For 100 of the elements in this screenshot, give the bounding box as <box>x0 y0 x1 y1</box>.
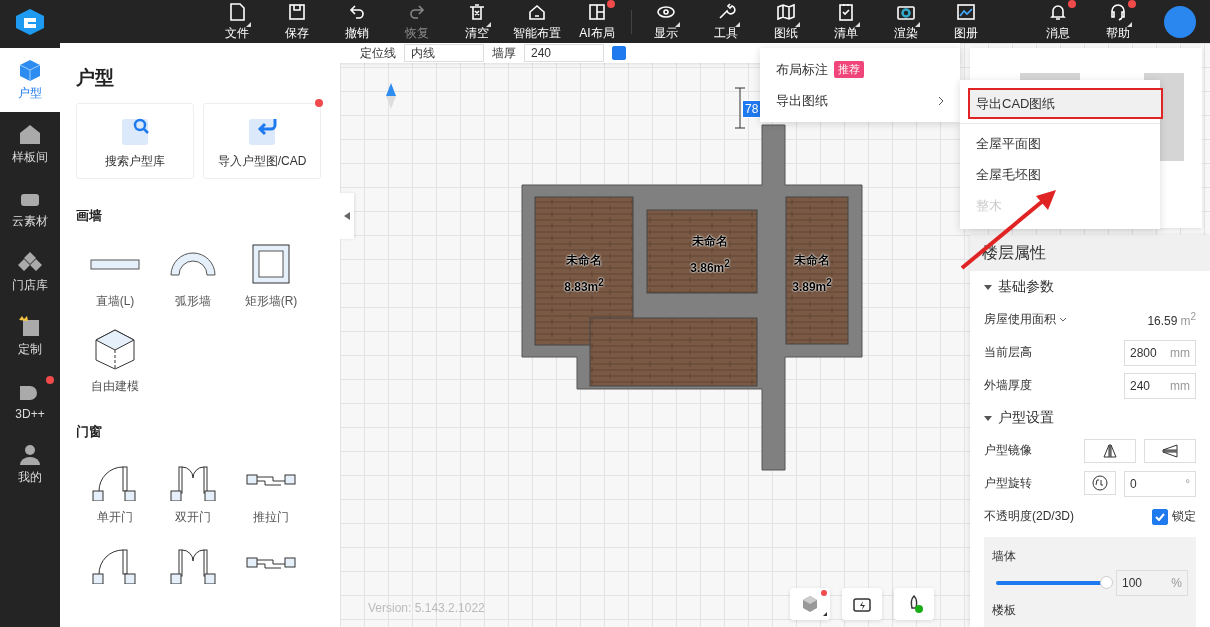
slider-thumb[interactable] <box>1100 576 1113 589</box>
number-field[interactable]: 240 mm <box>1124 372 1196 399</box>
caret-icon <box>344 212 350 220</box>
room-area: 3.89m$^{2}$ <box>792 277 832 294</box>
select-field[interactable]: 240 <box>524 44 604 62</box>
canvas-tool-button[interactable] <box>790 588 830 620</box>
mirror-button[interactable] <box>1084 438 1136 463</box>
compass-icon <box>386 83 396 109</box>
room-name: 未命名 <box>566 252 602 269</box>
dimension-value[interactable]: 78 <box>742 100 762 118</box>
section-title: 画墙 <box>76 207 103 225</box>
mirror-button[interactable] <box>1144 438 1196 463</box>
tool-item[interactable]: 直墙(L) <box>76 243 154 310</box>
field-label: 户型镜像 <box>984 442 1032 459</box>
panel-title: 户型 <box>76 66 115 90</box>
avatar[interactable] <box>1164 5 1196 38</box>
rotate-icon <box>1091 473 1109 492</box>
toolbar-button[interactable]: 显示 <box>636 0 696 43</box>
toolbar-button[interactable]: 保存 <box>267 0 327 43</box>
rail-tab[interactable]: 门店库 <box>0 240 60 304</box>
notification-dot <box>315 99 323 107</box>
notification-dot <box>1128 0 1136 8</box>
rotate-button[interactable] <box>1084 470 1116 495</box>
chart-icon <box>956 1 976 22</box>
chevron-down-icon <box>1059 317 1068 323</box>
notification-dot <box>821 590 827 596</box>
field-label: 不透明度(2D/3D) <box>984 508 1074 525</box>
checkmark-icon <box>1155 512 1165 521</box>
tool-item[interactable]: 推拉门 <box>232 459 310 526</box>
tool-item[interactable]: 弧形墙 <box>154 243 232 310</box>
tool-item[interactable]: 自由建模 <box>76 328 154 395</box>
sliding-door-icon <box>246 474 296 486</box>
expand-triangle-icon[interactable] <box>984 284 992 290</box>
notification-dot <box>46 376 54 384</box>
section-title: 门窗 <box>76 423 103 441</box>
field-label: 外墙厚度 <box>984 377 1032 394</box>
slider[interactable] <box>996 576 1112 590</box>
rail-tab[interactable]: 3D++ <box>0 368 60 432</box>
person-icon <box>17 442 43 466</box>
toolbar-button[interactable]: 智能布置 <box>507 0 567 43</box>
room-area: 8.83m$^{2}$ <box>564 277 604 294</box>
mirror-vertical-icon <box>1162 443 1178 458</box>
room-name: 未命名 <box>794 252 830 269</box>
expand-triangle-icon[interactable] <box>984 415 992 421</box>
headset-icon <box>1108 1 1128 22</box>
menu-item[interactable]: 导出CAD图纸 <box>968 88 1163 119</box>
clipboard-check-icon <box>836 1 856 22</box>
menu-item[interactable]: 导出图纸 <box>760 85 960 116</box>
layout-icon <box>587 1 607 22</box>
toolbar-button[interactable]: 文件 <box>207 0 267 43</box>
rail-tab[interactable]: 样板间 <box>0 112 60 176</box>
area-value: 16.59 m$^{2}$ <box>1147 311 1196 328</box>
field-label: 户型旋转 <box>984 475 1032 492</box>
toolbar-button[interactable]: AI布局 <box>567 0 627 43</box>
select-field[interactable]: 内线 <box>404 44 484 62</box>
rail-tab[interactable]: 定制 <box>0 304 60 368</box>
toolbar-button[interactable]: 工具 <box>696 0 756 43</box>
rail-tab[interactable]: 我的 <box>0 432 60 496</box>
field-label: 墙体 <box>992 548 1017 565</box>
field-label: 房屋使用面积 <box>984 311 1068 328</box>
collapse-tab[interactable] <box>340 193 354 239</box>
field-label: 楼板 <box>992 602 1017 619</box>
checkbox[interactable] <box>1152 508 1168 525</box>
chevron-right-icon <box>938 95 944 106</box>
mirror-horizontal-icon <box>1102 443 1118 458</box>
field-label: 墙厚 <box>492 44 516 62</box>
recommend-badge: 推荐 <box>834 61 864 78</box>
number-field[interactable]: 2800 mm <box>1124 339 1196 366</box>
toolbar-button[interactable]: 清空 <box>447 0 507 43</box>
toolbar-button[interactable]: 渲染 <box>876 0 936 43</box>
field-label: 定位线 <box>360 44 396 62</box>
toolbar-button[interactable]: 清单 <box>816 0 876 43</box>
tool-item[interactable]: 双开门 <box>154 459 232 526</box>
menu-item[interactable]: 全屋毛坯图 <box>960 159 1160 190</box>
version-text: Version: 5.143.2.1022 <box>368 601 485 615</box>
toolbar-button[interactable]: 帮助 <box>1088 0 1148 43</box>
number-field[interactable]: 100 % <box>1116 570 1188 596</box>
wall-icon <box>90 258 140 270</box>
diamond-icon <box>17 250 43 274</box>
toolbar-button[interactable]: 消息 <box>1028 0 1088 43</box>
checkbox[interactable] <box>612 46 626 60</box>
notification-dot <box>607 0 615 8</box>
toolbar-button[interactable]: 撤销 <box>327 0 387 43</box>
rail-tab[interactable]: 户型 <box>0 48 60 112</box>
number-field[interactable]: 0 ° <box>1124 470 1196 497</box>
tool-item[interactable]: 矩形墙(R) <box>232 243 310 310</box>
file-icon <box>227 1 247 22</box>
import-card[interactable]: 搜索户型库 <box>76 103 194 179</box>
rail-tab[interactable]: 云素材 <box>0 176 60 240</box>
cube-icon <box>17 58 43 82</box>
field-label: 当前层高 <box>984 344 1032 361</box>
toolbar-button[interactable]: 图册 <box>936 0 996 43</box>
menu-item[interactable]: 布局标注 推荐 <box>760 54 960 85</box>
notification-dot <box>1068 0 1076 8</box>
canvas-tool-button[interactable] <box>842 588 882 620</box>
canvas-tool-button[interactable] <box>894 588 934 620</box>
tool-item[interactable]: 单开门 <box>76 459 154 526</box>
toolbar-button[interactable]: 图纸 <box>756 0 816 43</box>
dimension-line <box>734 87 746 129</box>
menu-item[interactable]: 全屋平面图 <box>960 128 1160 159</box>
